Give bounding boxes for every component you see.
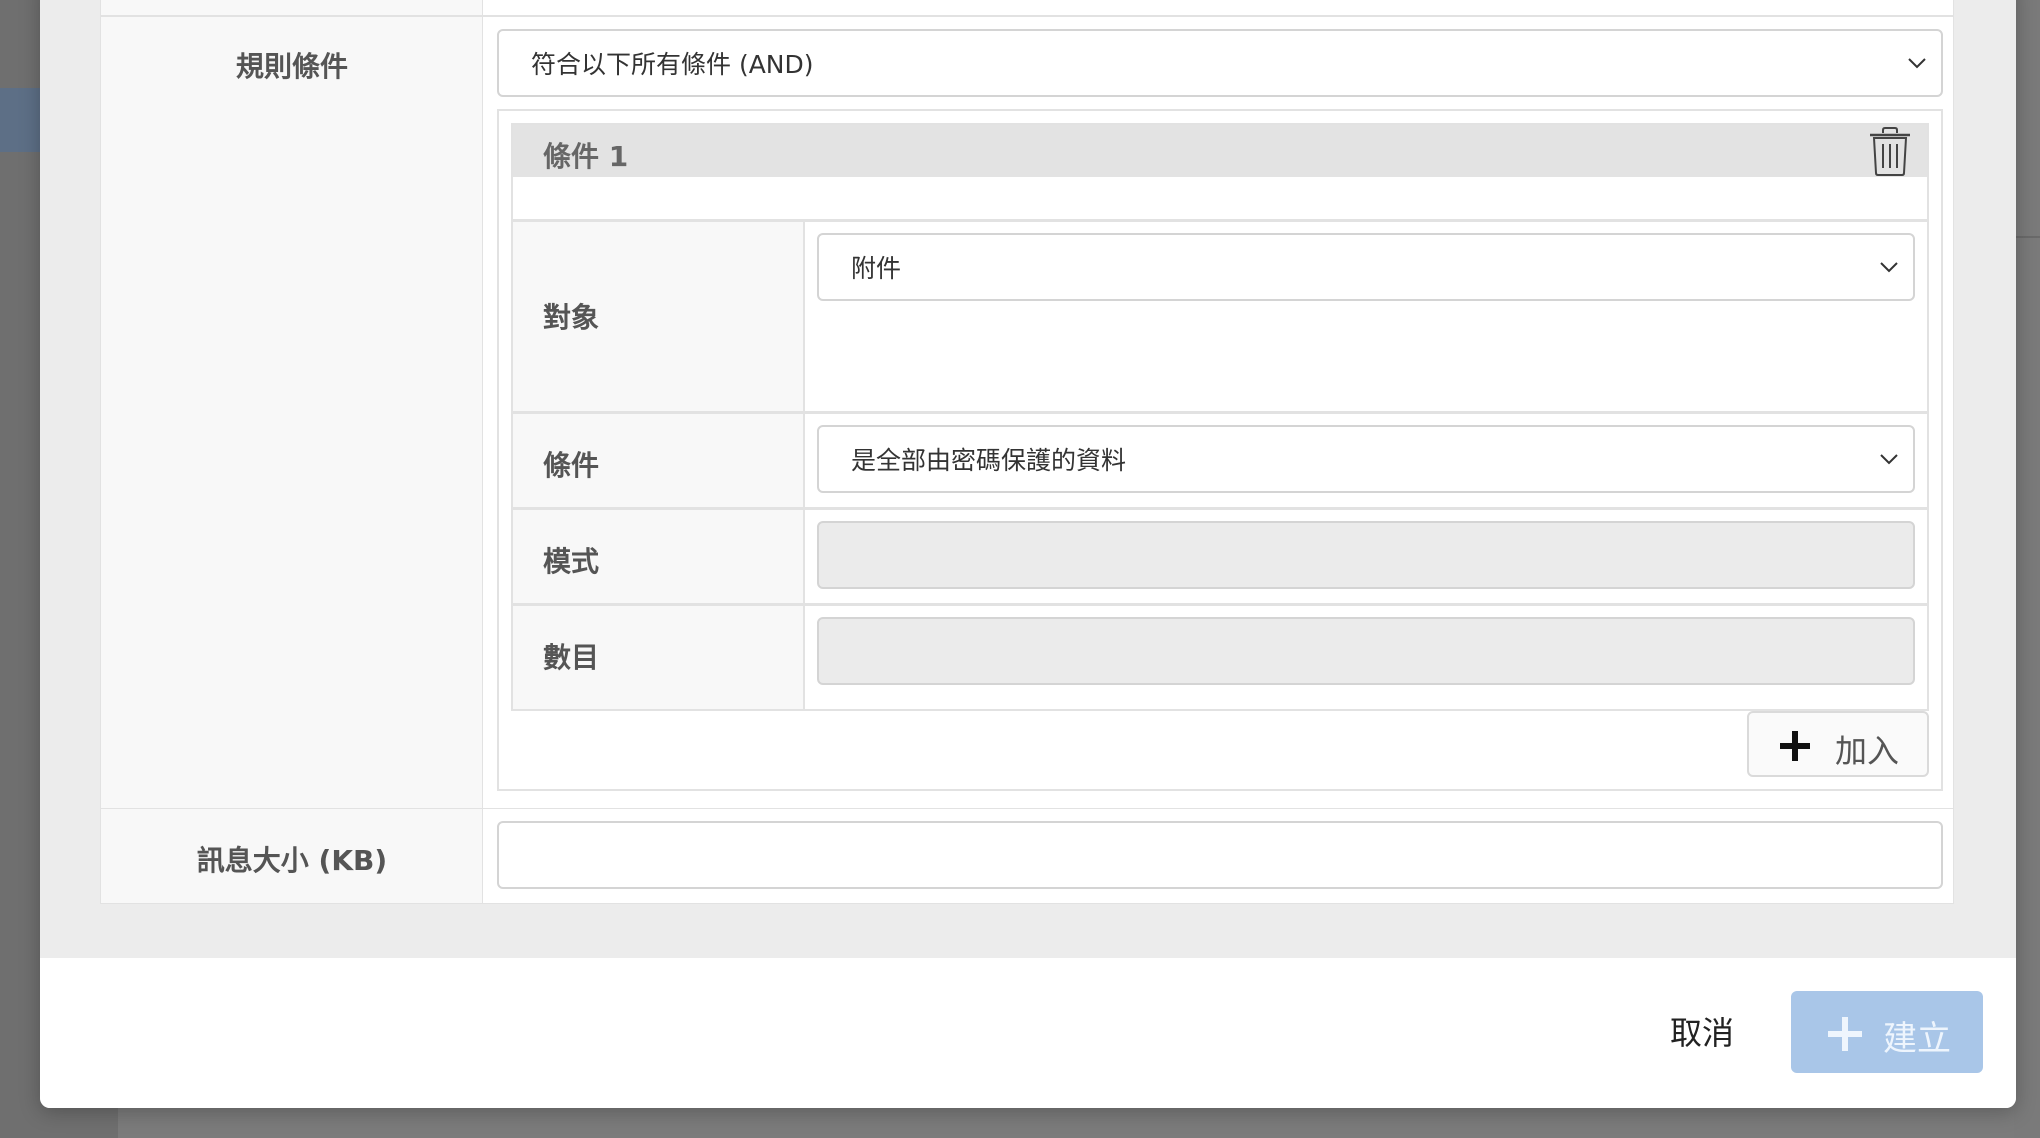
previous-row-label xyxy=(101,0,483,15)
pattern-label: 模式 xyxy=(543,545,600,578)
modal-body: 規則條件 符合以下所有條件 (AND) 條件 1 對象 附件 條件 是全部由密碼… xyxy=(40,0,2016,958)
count-label-cell: 數目 xyxy=(513,606,805,709)
create-label: 建立 xyxy=(1883,1019,1951,1059)
pattern-row: 模式 xyxy=(513,507,1927,603)
plus-icon xyxy=(1828,1017,1862,1051)
pattern-label-cell: 模式 xyxy=(513,510,805,603)
count-label: 數目 xyxy=(543,641,600,674)
target-label-cell: 對象 xyxy=(513,222,805,411)
target-select[interactable]: 附件 xyxy=(817,233,1915,301)
criteria-select[interactable]: 是全部由密碼保護的資料 xyxy=(817,425,1915,493)
rule-conditions-label-cell: 規則條件 xyxy=(101,17,483,809)
count-input xyxy=(817,617,1915,685)
rule-conditions-row: 規則條件 符合以下所有條件 (AND) 條件 1 對象 附件 條件 是全部由密碼… xyxy=(100,16,1954,810)
previous-row xyxy=(100,0,1954,16)
message-size-label-cell: 訊息大小 (KB) xyxy=(101,809,483,903)
condition-card: 條件 1 對象 附件 條件 是全部由密碼保護的資料 模式 數目 xyxy=(511,123,1929,711)
criteria-label-cell: 條件 xyxy=(513,414,805,507)
match-mode-value: 符合以下所有條件 (AND) xyxy=(531,50,814,79)
message-size-input[interactable] xyxy=(497,821,1943,889)
criteria-row: 條件 是全部由密碼保護的資料 xyxy=(513,411,1927,507)
cancel-button[interactable]: 取消 xyxy=(1670,1008,1734,1054)
match-mode-select[interactable]: 符合以下所有條件 (AND) xyxy=(497,29,1943,97)
chevron-down-icon xyxy=(1880,262,1898,273)
condition-title: 條件 1 xyxy=(543,140,629,173)
conditions-container: 條件 1 對象 附件 條件 是全部由密碼保護的資料 模式 數目 加入 xyxy=(497,109,1943,791)
criteria-label: 條件 xyxy=(543,449,600,482)
add-condition-label: 加入 xyxy=(1835,732,1900,770)
target-label: 對象 xyxy=(543,301,600,334)
modal-footer: 取消 建立 xyxy=(40,958,2016,1108)
target-value: 附件 xyxy=(851,254,902,283)
rule-conditions-label: 規則條件 xyxy=(235,50,348,83)
plus-icon xyxy=(1780,731,1810,761)
create-button[interactable]: 建立 xyxy=(1791,991,1983,1073)
target-row: 對象 附件 xyxy=(513,219,1927,411)
create-rule-modal: 規則條件 符合以下所有條件 (AND) 條件 1 對象 附件 條件 是全部由密碼… xyxy=(40,0,2016,1108)
trash-icon[interactable] xyxy=(1867,127,1913,177)
pattern-input xyxy=(817,521,1915,589)
chevron-down-icon xyxy=(1880,454,1898,465)
message-size-row: 訊息大小 (KB) xyxy=(100,808,1954,904)
add-condition-button[interactable]: 加入 xyxy=(1747,711,1929,777)
chevron-down-icon xyxy=(1908,58,1926,69)
condition-header: 條件 1 xyxy=(513,125,1927,177)
count-row: 數目 xyxy=(513,603,1927,709)
background-right-edge xyxy=(2014,0,2040,1138)
message-size-label: 訊息大小 (KB) xyxy=(196,844,388,877)
background-divider xyxy=(2014,236,2040,238)
background-active-nav xyxy=(0,88,40,152)
criteria-value: 是全部由密碼保護的資料 xyxy=(851,446,1127,475)
